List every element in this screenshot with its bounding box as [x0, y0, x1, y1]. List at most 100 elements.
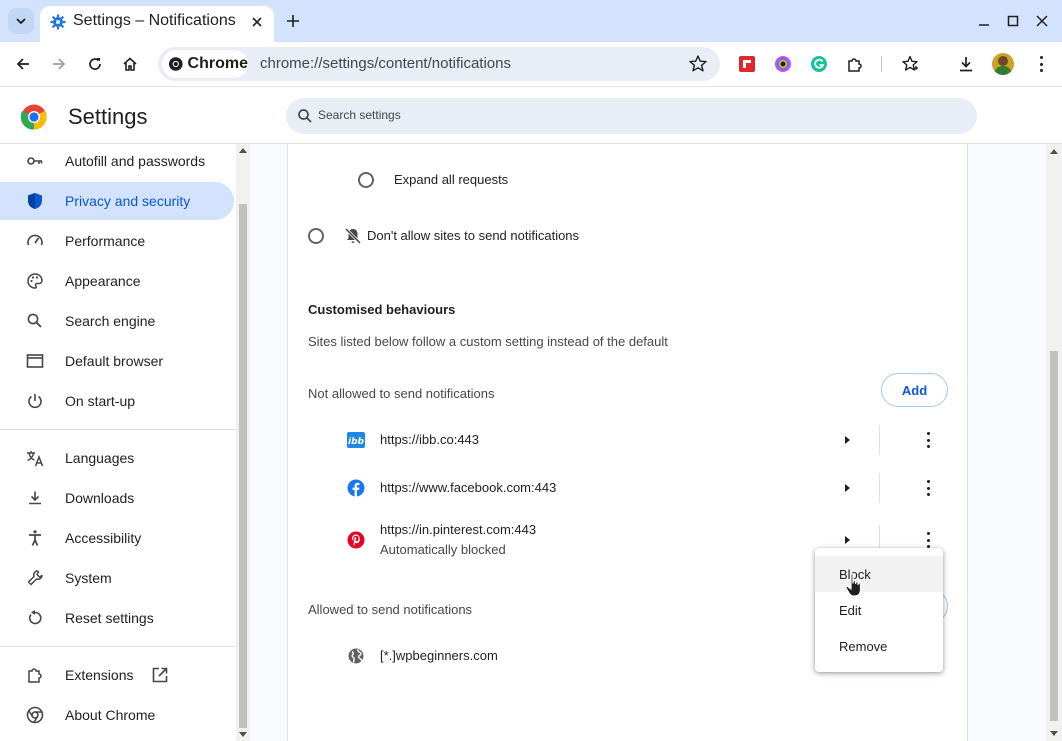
sidebar-item-accessibility[interactable]: Accessibility [0, 519, 234, 557]
sidebar-item-label: Autofill and passwords [65, 153, 206, 169]
expand-all-label: Expand all requests [394, 172, 509, 187]
sidebar-item-label: Privacy and security [65, 193, 191, 209]
reload-icon [89, 58, 101, 70]
accessibility-icon [25, 528, 45, 548]
custom-description: Sites listed below follow a custom setti… [308, 334, 668, 349]
sidebar-item-on-startup[interactable]: On start-up [0, 382, 234, 420]
svg-text:ibb: ibb [348, 437, 365, 447]
add-button[interactable]: Add [881, 373, 948, 407]
sidebar-item-label: Search engine [65, 313, 156, 329]
sidebar-item-label: System [65, 570, 112, 586]
address-bar[interactable]: Chrome chrome://settings/content/notific… [158, 47, 720, 81]
search-icon [25, 311, 45, 331]
sidebar-divider [0, 646, 236, 647]
expand-arrow-icon[interactable] [845, 536, 850, 544]
tab-settings[interactable]: Settings – Notifications [40, 6, 274, 42]
main-scrollbar[interactable] [1046, 144, 1062, 741]
sidebar-item-performance[interactable]: Performance [0, 222, 234, 260]
notifications-off-icon [344, 227, 362, 245]
window-close-button[interactable] [1032, 11, 1052, 31]
power-icon [25, 391, 45, 411]
more-actions-button[interactable] [926, 532, 930, 548]
back-button[interactable] [11, 52, 35, 76]
bookmark-star-icon[interactable] [688, 54, 708, 74]
expand-arrow-icon[interactable] [845, 484, 850, 492]
tab-search-button[interactable] [8, 8, 34, 34]
shield-icon [25, 191, 45, 211]
sidebar-item-autofill[interactable]: Autofill and passwords [0, 144, 234, 180]
site-url: https://in.pinterest.com:443 [380, 522, 537, 537]
sidebar-item-default-browser[interactable]: Default browser [0, 342, 234, 380]
ibb-favicon-icon: ibb [347, 432, 365, 448]
color-picker-extension-icon[interactable] [774, 55, 792, 73]
sidebar-item-label: On start-up [65, 393, 136, 409]
sidebar-item-appearance[interactable]: Appearance [0, 262, 234, 300]
close-icon[interactable] [248, 13, 266, 31]
sidebar-item-reset[interactable]: Reset settings [0, 599, 234, 637]
row-divider [879, 473, 880, 503]
maximize-icon [1007, 15, 1019, 27]
download-icon [25, 488, 45, 508]
grammarly-extension-icon[interactable] [810, 55, 828, 73]
search-input[interactable]: Search settings [286, 98, 977, 134]
expand-all-radio[interactable] [358, 172, 374, 188]
arrow-right-icon [53, 58, 66, 70]
sidebar-item-label: Default browser [65, 353, 164, 369]
more-actions-button[interactable] [926, 432, 930, 448]
sidebar-item-about-chrome[interactable]: About Chrome [0, 696, 234, 734]
pinterest-icon [347, 531, 365, 549]
key-icon [25, 151, 45, 171]
reload-button[interactable] [83, 52, 107, 76]
scroll-up-arrow-icon[interactable] [239, 148, 247, 153]
dont-allow-label: Don't allow sites to send notifications [367, 228, 580, 243]
sidebar-item-extensions[interactable]: Extensions [0, 656, 234, 694]
sidebar-item-privacy[interactable]: Privacy and security [0, 182, 234, 220]
forward-button[interactable] [47, 52, 71, 76]
page-title: Settings [68, 104, 148, 129]
sidebar-item-search-engine[interactable]: Search engine [0, 302, 234, 340]
site-url: [*.]wpbeginners.com [380, 648, 498, 663]
site-subtext: Automatically blocked [380, 542, 506, 557]
sidebar-item-label: Appearance [65, 273, 141, 289]
sidebar-item-label: Extensions [65, 667, 134, 683]
facebook-icon [347, 479, 365, 497]
dont-allow-radio[interactable] [308, 228, 324, 244]
more-actions-button[interactable] [926, 480, 930, 496]
new-tab-button[interactable] [283, 11, 303, 31]
chrome-icon [25, 705, 45, 725]
flipboard-extension-icon[interactable] [738, 55, 756, 73]
palette-icon [25, 271, 45, 291]
download-icon[interactable] [957, 55, 975, 73]
site-row[interactable]: https://www.facebook.com:443 [288, 464, 967, 512]
sidebar-scrollbar-thumb[interactable] [239, 204, 247, 728]
sidebar-scrollbar[interactable] [236, 144, 250, 741]
bookmarks-icon[interactable] [901, 55, 919, 73]
site-chip[interactable]: Chrome [162, 50, 248, 78]
maximize-button[interactable] [1003, 11, 1023, 31]
sidebar-item-downloads[interactable]: Downloads [0, 479, 234, 517]
sidebar-item-languages[interactable]: Languages [0, 439, 234, 477]
settings-header: Settings Search settings [0, 86, 1062, 144]
sidebar-divider [0, 429, 236, 430]
url-text: chrome://settings/content/notifications [260, 55, 511, 72]
sidebar-item-system[interactable]: System [0, 559, 234, 597]
avatar[interactable] [992, 53, 1014, 75]
home-button[interactable] [118, 52, 142, 76]
menu-button[interactable] [1029, 52, 1053, 76]
chip-label: Chrome [187, 55, 248, 72]
scroll-down-arrow-icon[interactable] [239, 732, 247, 737]
allowed-heading: Allowed to send notifications [308, 602, 473, 617]
menu-item-edit[interactable]: Edit [815, 592, 943, 628]
menu-item-block[interactable]: Block [815, 556, 943, 592]
minimize-button[interactable] [974, 11, 994, 31]
expand-arrow-icon[interactable] [845, 436, 850, 444]
menu-item-remove[interactable]: Remove [815, 628, 943, 664]
sidebar-item-label: Downloads [65, 490, 135, 506]
sidebar-item-label: Languages [65, 450, 135, 466]
sidebar-item-label: About Chrome [65, 707, 156, 723]
site-row[interactable]: ibb https://ibb.co:443 [288, 416, 967, 464]
scroll-down-arrow-icon[interactable] [1050, 731, 1058, 736]
puzzle-icon[interactable] [846, 55, 864, 73]
scroll-up-arrow-icon[interactable] [1050, 149, 1058, 154]
main-scrollbar-thumb[interactable] [1050, 351, 1058, 721]
